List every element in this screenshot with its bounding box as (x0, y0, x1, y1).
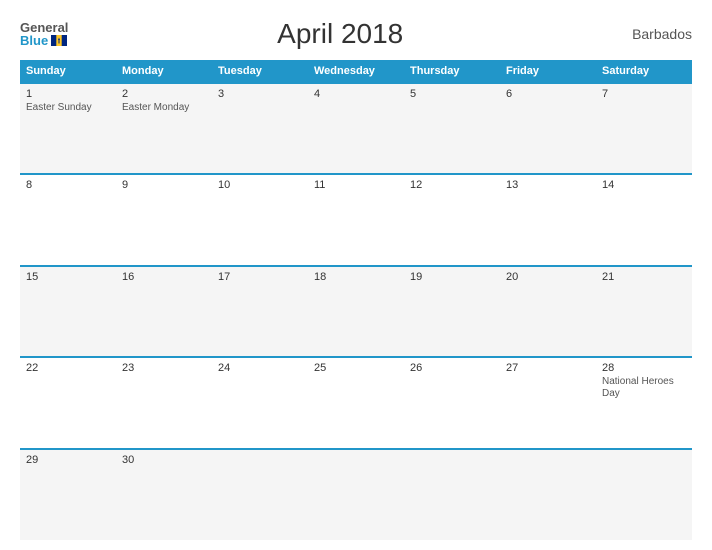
day-number: 6 (506, 88, 590, 100)
calendar-cell: 8 (20, 174, 116, 265)
logo: General Blue (20, 21, 68, 47)
day-number: 11 (314, 179, 398, 191)
calendar-cell: 3 (212, 83, 308, 174)
calendar-cell: 30 (116, 449, 212, 540)
day-number: 20 (506, 271, 590, 283)
col-monday: Monday (116, 60, 212, 83)
calendar-cell: 15 (20, 266, 116, 357)
day-number: 23 (122, 362, 206, 374)
col-thursday: Thursday (404, 60, 500, 83)
calendar-cell: 21 (596, 266, 692, 357)
calendar-cell: 24 (212, 357, 308, 448)
country-name: Barbados (612, 26, 692, 42)
calendar-cell: 1 Easter Sunday (20, 83, 116, 174)
calendar-cell: 11 (308, 174, 404, 265)
holiday-name: Easter Monday (122, 102, 206, 114)
calendar-cell: 26 (404, 357, 500, 448)
calendar-cell: 25 (308, 357, 404, 448)
calendar-cell: 14 (596, 174, 692, 265)
day-number: 10 (218, 179, 302, 191)
calendar-cell: 5 (404, 83, 500, 174)
day-number: 22 (26, 362, 110, 374)
day-number: 9 (122, 179, 206, 191)
day-number: 1 (26, 88, 110, 100)
day-number: 17 (218, 271, 302, 283)
calendar-cell (500, 449, 596, 540)
calendar-cell: 22 (20, 357, 116, 448)
day-number: 15 (26, 271, 110, 283)
logo-flag-icon (51, 35, 67, 46)
calendar-cell: 18 (308, 266, 404, 357)
day-number: 3 (218, 88, 302, 100)
col-friday: Friday (500, 60, 596, 83)
day-number: 14 (602, 179, 686, 191)
calendar-cell: 28 National Heroes Day (596, 357, 692, 448)
calendar-row: 1 Easter Sunday 2 Easter Monday 34567 (20, 83, 692, 174)
col-tuesday: Tuesday (212, 60, 308, 83)
day-number: 2 (122, 88, 206, 100)
calendar-cell (404, 449, 500, 540)
day-number: 21 (602, 271, 686, 283)
day-number: 7 (602, 88, 686, 100)
day-number: 4 (314, 88, 398, 100)
calendar-cell (596, 449, 692, 540)
day-number: 27 (506, 362, 590, 374)
day-number: 25 (314, 362, 398, 374)
calendar-cell: 10 (212, 174, 308, 265)
day-number: 8 (26, 179, 110, 191)
day-number: 19 (410, 271, 494, 283)
day-number: 13 (506, 179, 590, 191)
holiday-name: National Heroes Day (602, 376, 686, 400)
day-number: 12 (410, 179, 494, 191)
calendar-row: 22 23 24 25 26 27 28 National Heroes Day (20, 357, 692, 448)
header-row: Sunday Monday Tuesday Wednesday Thursday… (20, 60, 692, 83)
logo-blue-text: Blue (20, 34, 67, 47)
calendar-cell: 4 (308, 83, 404, 174)
calendar-cell: 17 (212, 266, 308, 357)
calendar-cell: 16 (116, 266, 212, 357)
calendar-cell: 13 (500, 174, 596, 265)
calendar-cell (308, 449, 404, 540)
calendar-cell: 9 (116, 174, 212, 265)
col-sunday: Sunday (20, 60, 116, 83)
day-number: 29 (26, 454, 110, 466)
calendar-cell (212, 449, 308, 540)
day-number: 24 (218, 362, 302, 374)
day-number: 26 (410, 362, 494, 374)
calendar-cell: 2 Easter Monday (116, 83, 212, 174)
holiday-name: Easter Sunday (26, 102, 110, 114)
calendar-row: 29 30 (20, 449, 692, 540)
day-number: 28 (602, 362, 686, 374)
calendar-title: April 2018 (68, 18, 612, 50)
calendar-body: 1 Easter Sunday 2 Easter Monday 34567 89 10 11 1… (20, 83, 692, 540)
day-number: 30 (122, 454, 206, 466)
day-number: 5 (410, 88, 494, 100)
calendar-header: Sunday Monday Tuesday Wednesday Thursday… (20, 60, 692, 83)
calendar-cell: 6 (500, 83, 596, 174)
col-wednesday: Wednesday (308, 60, 404, 83)
col-saturday: Saturday (596, 60, 692, 83)
calendar-row: 15 16 17 18 19 20 21 (20, 266, 692, 357)
calendar-cell: 29 (20, 449, 116, 540)
calendar-cell: 12 (404, 174, 500, 265)
calendar-page: General Blue April 2018 Barbados Sunday … (0, 0, 712, 550)
calendar-cell: 23 (116, 357, 212, 448)
calendar-cell: 27 (500, 357, 596, 448)
calendar-cell: 19 (404, 266, 500, 357)
calendar-row: 89 10 11 12 13 14 (20, 174, 692, 265)
header: General Blue April 2018 Barbados (20, 18, 692, 50)
day-number: 18 (314, 271, 398, 283)
day-number: 16 (122, 271, 206, 283)
calendar-cell: 7 (596, 83, 692, 174)
calendar-table: Sunday Monday Tuesday Wednesday Thursday… (20, 60, 692, 540)
calendar-cell: 20 (500, 266, 596, 357)
